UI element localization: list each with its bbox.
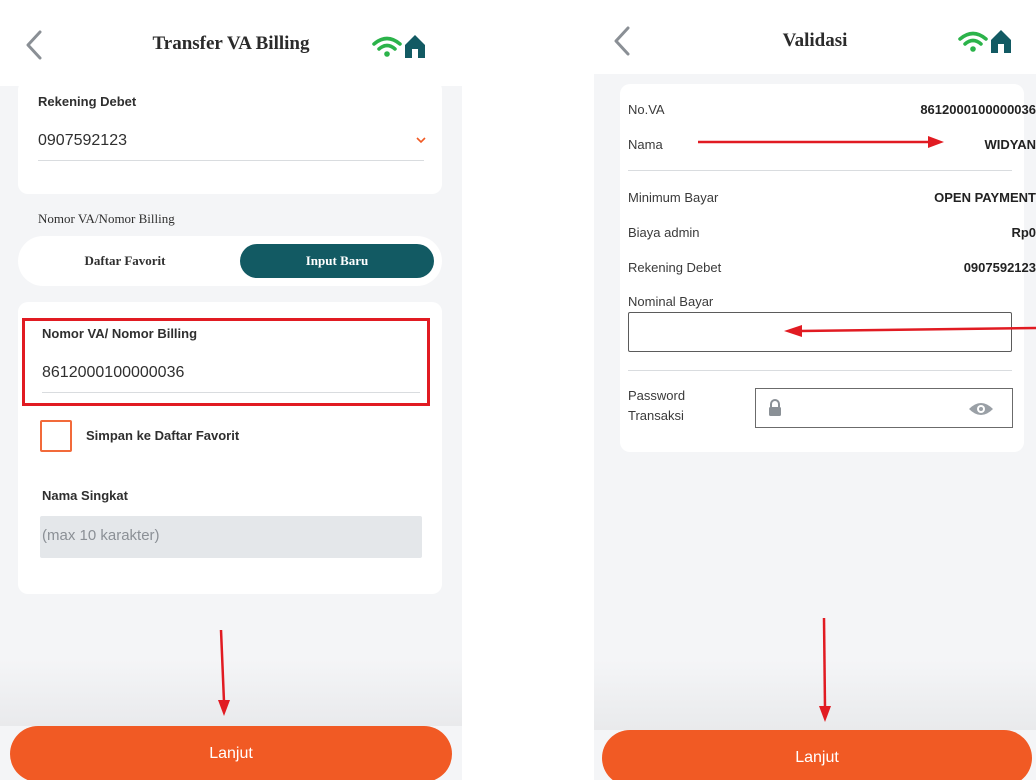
wifi-icon xyxy=(372,36,402,57)
rekening-debet-label: Rekening Debet xyxy=(628,260,722,275)
wifi-icon xyxy=(958,31,988,52)
nama-singkat-placeholder: (max 10 karakter) xyxy=(42,527,160,544)
transfer-va-billing-screen: Transfer VA Billing Rekening Debet 09075… xyxy=(0,0,462,780)
eye-icon[interactable] xyxy=(968,401,994,417)
lanjut-button[interactable]: Lanjut xyxy=(602,730,1032,780)
header-bar: Validasi xyxy=(594,0,1036,74)
password-label-line1: Password xyxy=(628,388,686,403)
tab-daftar-favorit[interactable]: Daftar Favorit xyxy=(22,244,228,278)
nama-value: WIDYAN xyxy=(984,137,1036,152)
validasi-screen: Validasi No.VA 8612000100000036 Nama WID… xyxy=(594,0,1036,780)
lanjut-button[interactable]: Lanjut xyxy=(10,726,452,780)
header-bar: Transfer VA Billing xyxy=(0,0,462,86)
minimum-bayar-value: OPEN PAYMENT xyxy=(934,190,1036,205)
minimum-bayar-label: Minimum Bayar xyxy=(628,190,719,205)
divider xyxy=(628,170,1012,171)
nama-label: Nama xyxy=(628,137,663,152)
password-input[interactable] xyxy=(755,388,1013,428)
status-icons xyxy=(372,35,425,58)
nama-singkat-label: Nama Singkat xyxy=(42,488,128,503)
home-icon xyxy=(991,30,1011,53)
dropdown-underline xyxy=(38,160,424,161)
nominal-bayar-label: Nominal Bayar xyxy=(628,294,714,309)
home-icon xyxy=(405,35,425,58)
nominal-bayar-input[interactable] xyxy=(628,312,1012,352)
nama-singkat-input[interactable]: (max 10 karakter) xyxy=(40,516,422,558)
biaya-admin-label: Biaya admin xyxy=(628,225,700,240)
va-section-label: Nomor VA/Nomor Billing xyxy=(38,211,175,226)
chevron-down-icon[interactable] xyxy=(416,136,426,144)
rekening-debet-card: Rekening Debet 0907592123 xyxy=(18,80,442,194)
annotation-highlight-box xyxy=(22,318,430,406)
tab-input-baru[interactable]: Input Baru xyxy=(240,244,434,278)
save-favorite-checkbox[interactable] xyxy=(40,420,72,452)
biaya-admin-value: Rp0 xyxy=(1011,225,1036,240)
password-label-line2: Transaksi xyxy=(628,408,684,423)
no-va-label: No.VA xyxy=(628,102,665,117)
lock-icon xyxy=(769,399,781,416)
divider xyxy=(628,370,1012,371)
rekening-debet-label: Rekening Debet xyxy=(38,94,137,109)
bottom-fade xyxy=(0,660,462,726)
bottom-fade xyxy=(594,660,1036,730)
save-favorite-label: Simpan ke Daftar Favorit xyxy=(86,428,240,443)
input-mode-toggle: Daftar Favorit Input Baru xyxy=(18,236,442,286)
rekening-debet-value: 0907592123 xyxy=(963,260,1036,275)
status-icons xyxy=(958,30,1011,53)
no-va-value: 8612000100000036 xyxy=(920,102,1036,117)
rekening-debet-value[interactable]: 0907592123 xyxy=(38,132,127,150)
